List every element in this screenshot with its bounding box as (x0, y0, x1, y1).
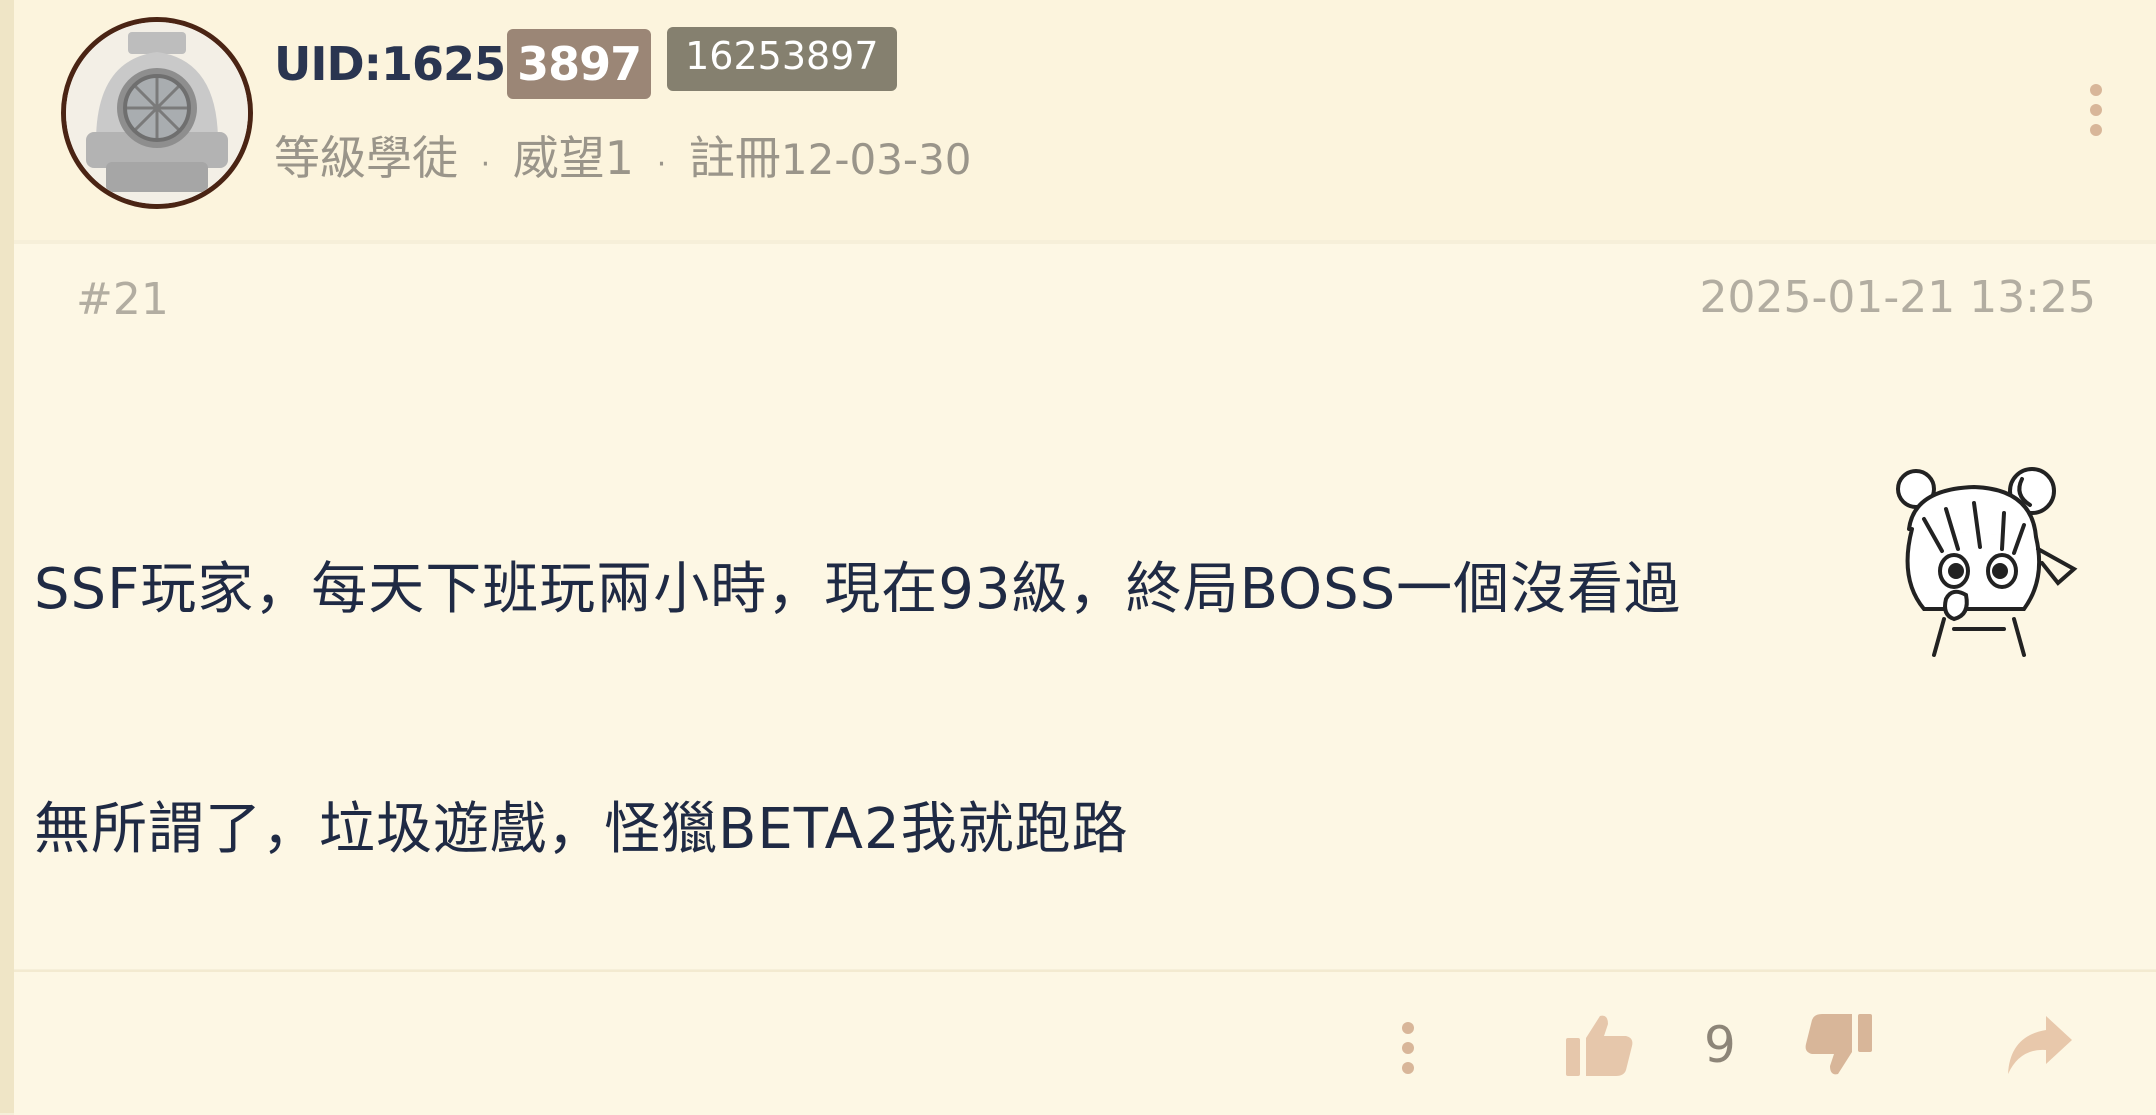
share-arrow-icon[interactable] (2004, 1014, 2074, 1076)
action-bar: 9 (14, 970, 2156, 1115)
user-header: UID:1625 3897 16253897 等級學徒 · 威望1 · 註冊12… (14, 0, 2156, 240)
more-icon[interactable] (2084, 80, 2108, 140)
diving-helmet-icon (66, 22, 248, 204)
user-meta: 等級學徒 · 威望1 · 註冊12-03-30 (274, 122, 972, 188)
post-body: #21 2025-01-21 13:25 SSF玩家，每天下班玩兩小時，現在93… (14, 244, 2156, 969)
register-date: 12-03-30 (780, 135, 972, 184)
register-label: 註冊 (688, 131, 781, 185)
thumbs-down-icon[interactable] (1804, 1012, 1874, 1078)
post-text-line: 無所謂了，垃圾遊戲，怪獵BETA2我就跑路 (34, 797, 1129, 862)
user-level: 等級學徒 (274, 131, 458, 185)
floor-number: #21 (76, 274, 169, 325)
user-avatar[interactable] (61, 17, 253, 209)
more-icon[interactable] (1396, 1018, 1420, 1078)
uid-line: UID:1625 3897 16253897 (274, 27, 897, 100)
uid-badge[interactable]: 16253897 (667, 27, 897, 91)
post-text-line: SSF玩家，每天下班玩兩小時，現在93級，終局BOSS一個沒看過 (34, 557, 1682, 622)
like-count: 9 (1704, 1016, 1736, 1074)
uid-highlight: 3897 (507, 29, 652, 99)
left-frame (0, 0, 14, 1113)
thumbs-up-icon[interactable] (1564, 1012, 1634, 1078)
user-reputation: 威望1 (512, 131, 635, 185)
post-timestamp: 2025-01-21 13:25 (1699, 272, 2097, 323)
meta-separator: · (656, 147, 667, 182)
anime-sticker (1896, 467, 2078, 657)
meta-separator: · (480, 147, 491, 182)
uid-label: UID:1625 (274, 37, 506, 91)
